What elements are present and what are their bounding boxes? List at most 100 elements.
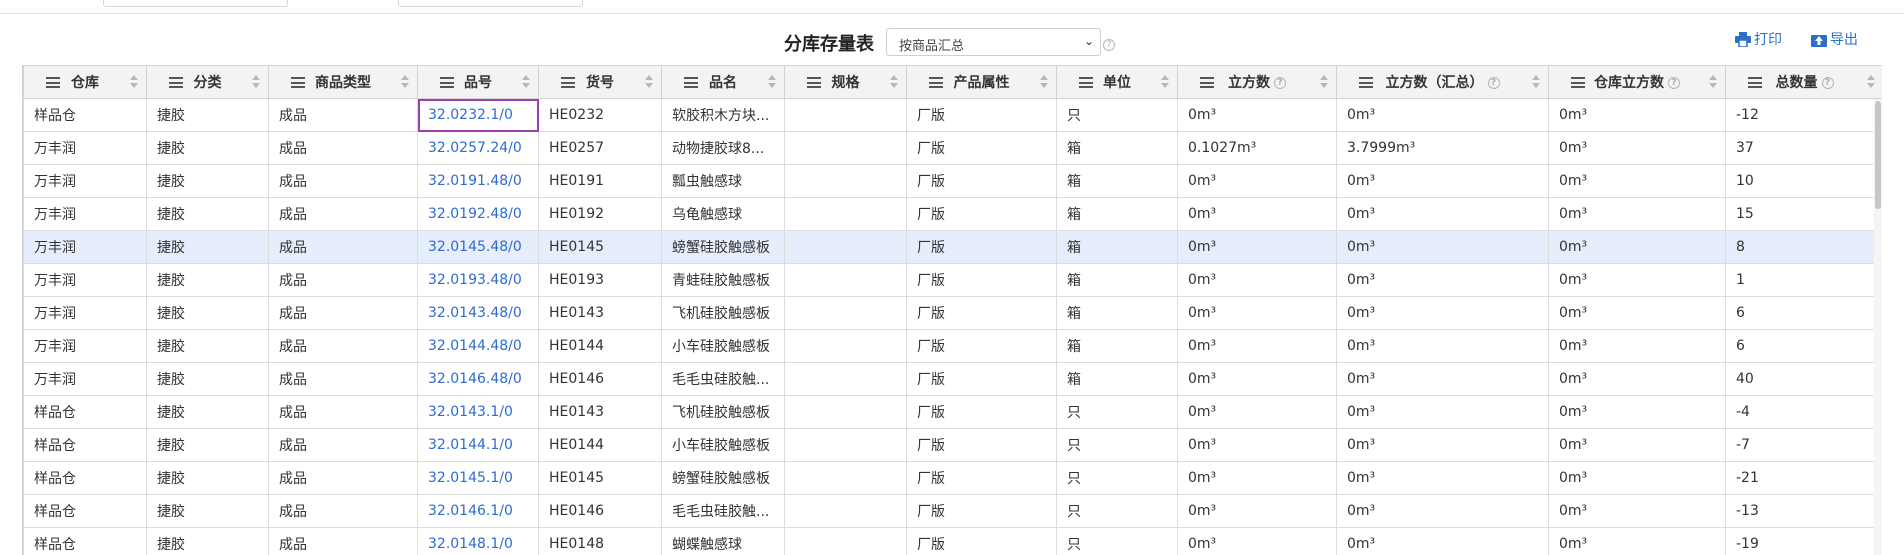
hamburger-menu-icon[interactable] <box>46 77 60 88</box>
hamburger-menu-icon[interactable] <box>1359 77 1373 88</box>
help-icon[interactable]: ? <box>1487 77 1500 89</box>
sort-icon[interactable] <box>1867 75 1875 89</box>
table-row[interactable]: 万丰润 捷胶 成品 32.0144.48/0 HE0144 小车硅胶触感板 厂版箱 0m³ 0m… <box>23 329 1882 363</box>
item-code-link[interactable]: 32.0143.1/0 <box>417 395 539 429</box>
hamburger-menu-icon[interactable] <box>440 77 454 88</box>
item-code-link[interactable]: 32.0145.48/0 <box>417 230 539 264</box>
filter-input-2[interactable] <box>398 0 583 7</box>
column-header[interactable]: 产品属性 <box>906 65 1057 99</box>
sort-icon[interactable] <box>130 75 138 89</box>
sort-icon[interactable] <box>1532 75 1540 89</box>
sort-icon[interactable] <box>1040 75 1048 89</box>
help-icon[interactable]: ? <box>1821 77 1834 89</box>
table-cell: 捷胶 <box>146 230 269 264</box>
item-code-link[interactable]: 32.0144.48/0 <box>417 329 539 363</box>
filter-input-1[interactable] <box>103 0 288 7</box>
column-header[interactable]: 仓库 <box>23 65 147 99</box>
item-code-link[interactable]: 32.0144.1/0 <box>417 428 539 462</box>
print-button[interactable]: 打印 <box>1735 29 1782 49</box>
table-cell: 飞机硅胶触感板 <box>661 395 785 429</box>
table-cell: 0m³ <box>1336 527 1549 555</box>
item-code-link[interactable]: 32.0146.48/0 <box>417 362 539 396</box>
column-header[interactable]: 单位 <box>1056 65 1178 99</box>
column-header[interactable]: 品名 <box>661 65 785 99</box>
table-row[interactable]: 样品仓 捷胶 成品 32.0143.1/0 HE0143 飞机硅胶触感板 厂版只 0m³ 0m³… <box>23 395 1882 429</box>
column-header[interactable]: 分类 <box>146 65 269 99</box>
column-header[interactable]: 品号 <box>417 65 539 99</box>
hamburger-menu-icon[interactable] <box>291 77 305 88</box>
sort-icon[interactable] <box>522 75 530 89</box>
table-cell: 样品仓 <box>23 461 147 495</box>
table-cell <box>784 131 907 165</box>
column-header[interactable]: 规格 <box>784 65 907 99</box>
table-row[interactable]: 万丰润 捷胶 成品 32.0143.48/0 HE0143 飞机硅胶触感板 厂版箱 0m³ 0m… <box>23 296 1882 330</box>
table-cell: 捷胶 <box>146 164 269 198</box>
table-row[interactable]: 万丰润 捷胶 成品 32.0193.48/0 HE0193 青蛙硅胶触感板 厂版箱 0m³ 0m… <box>23 263 1882 297</box>
table-cell: 软胶积木方块... <box>661 98 785 132</box>
table-cell: HE0144 <box>538 428 662 462</box>
column-header[interactable]: 总数量? <box>1725 65 1882 99</box>
table-row[interactable]: 样品仓 捷胶 成品 32.0146.1/0 HE0146 毛毛虫硅胶触... 厂版只 0m³ 0… <box>23 494 1882 528</box>
help-icon[interactable]: ? <box>1274 77 1286 89</box>
table-cell: 0m³ <box>1177 98 1337 132</box>
table-cell: 小车硅胶触感板 <box>661 428 785 462</box>
column-header[interactable]: 立方数（汇总）? <box>1336 65 1549 99</box>
sort-icon[interactable] <box>252 75 260 89</box>
table-row[interactable]: 样品仓 捷胶 成品 32.0148.1/0 HE0148 蝴蝶触感球 厂版只 0m³ 0m³ 0m… <box>23 527 1882 555</box>
item-code-link[interactable]: 32.0191.48/0 <box>417 164 539 198</box>
item-code-link[interactable]: 32.0257.24/0 <box>417 131 539 165</box>
column-header-label: 品号 <box>464 75 492 91</box>
column-header[interactable]: 商品类型 <box>268 65 418 99</box>
item-code-link[interactable]: 32.0232.1/0 <box>417 98 539 132</box>
table-row[interactable]: 万丰润 捷胶 成品 32.0191.48/0 HE0191 瓢虫触感球 厂版箱 0m³ 0m³ 0… <box>23 164 1882 198</box>
table-row[interactable]: 万丰润 捷胶 成品 32.0146.48/0 HE0146 毛毛虫硅胶触... 厂版箱 0m³… <box>23 362 1882 396</box>
table-cell: -13 <box>1725 494 1882 528</box>
column-header-label: 品名 <box>709 75 737 91</box>
table-row[interactable]: 样品仓 捷胶 成品 32.0232.1/0 HE0232 软胶积木方块... 厂版只 0m³ 0… <box>23 98 1882 132</box>
item-code-link[interactable]: 32.0145.1/0 <box>417 461 539 495</box>
vertical-scrollbar[interactable] <box>1874 99 1882 555</box>
table-cell <box>784 494 907 528</box>
table-cell: HE0193 <box>538 263 662 297</box>
export-label: 导出 <box>1830 32 1858 48</box>
summary-mode-select[interactable]: 按商品汇总 ⌄ <box>886 28 1101 56</box>
scrollbar-thumb[interactable] <box>1875 101 1881 209</box>
help-icon[interactable]: ? <box>1668 77 1680 89</box>
table-cell: 捷胶 <box>146 131 269 165</box>
table-cell: HE0146 <box>538 362 662 396</box>
sort-icon[interactable] <box>645 75 653 89</box>
table-row[interactable]: 万丰润 捷胶 成品 32.0192.48/0 HE0192 乌龟触感球 厂版箱 0m³ 0m³ 0… <box>23 197 1882 231</box>
help-icon[interactable]: ? <box>1103 39 1115 51</box>
item-code-link[interactable]: 32.0192.48/0 <box>417 197 539 231</box>
hamburger-menu-icon[interactable] <box>807 77 821 88</box>
sort-icon[interactable] <box>1161 75 1169 89</box>
table-row[interactable]: 万丰润 捷胶 成品 32.0145.48/0 HE0145 螃蟹硅胶触感板 厂版箱 0m³ 0m… <box>23 230 1882 264</box>
hamburger-menu-icon[interactable] <box>1748 77 1762 88</box>
hamburger-menu-icon[interactable] <box>684 77 698 88</box>
column-header[interactable]: 仓库立方数? <box>1548 65 1726 99</box>
item-code-link[interactable]: 32.0143.48/0 <box>417 296 539 330</box>
export-button[interactable]: 导出 <box>1811 29 1858 49</box>
hamburger-menu-icon[interactable] <box>929 77 943 88</box>
table-cell <box>784 296 907 330</box>
hamburger-menu-icon[interactable] <box>1200 77 1214 88</box>
column-header[interactable]: 立方数? <box>1177 65 1337 99</box>
sort-icon[interactable] <box>890 75 898 89</box>
sort-icon[interactable] <box>768 75 776 89</box>
table-cell: 0m³ <box>1177 494 1337 528</box>
column-header[interactable]: 货号 <box>538 65 662 99</box>
hamburger-menu-icon[interactable] <box>561 77 575 88</box>
hamburger-menu-icon[interactable] <box>1571 77 1585 88</box>
sort-icon[interactable] <box>1709 75 1717 89</box>
item-code-link[interactable]: 32.0193.48/0 <box>417 263 539 297</box>
table-row[interactable]: 万丰润 捷胶 成品 32.0257.24/0 HE0257 动物捷胶球8... 厂版箱 0.1… <box>23 131 1882 165</box>
table-row[interactable]: 样品仓 捷胶 成品 32.0144.1/0 HE0144 小车硅胶触感板 厂版只 0m³ 0m³… <box>23 428 1882 462</box>
sort-icon[interactable] <box>401 75 409 89</box>
table-cell: 0m³ <box>1177 395 1337 429</box>
hamburger-menu-icon[interactable] <box>1079 77 1093 88</box>
table-row[interactable]: 样品仓 捷胶 成品 32.0145.1/0 HE0145 螃蟹硅胶触感板 厂版只 0m³ 0m³… <box>23 461 1882 495</box>
sort-icon[interactable] <box>1320 75 1328 89</box>
item-code-link[interactable]: 32.0146.1/0 <box>417 494 539 528</box>
hamburger-menu-icon[interactable] <box>169 77 183 88</box>
item-code-link[interactable]: 32.0148.1/0 <box>417 527 539 555</box>
